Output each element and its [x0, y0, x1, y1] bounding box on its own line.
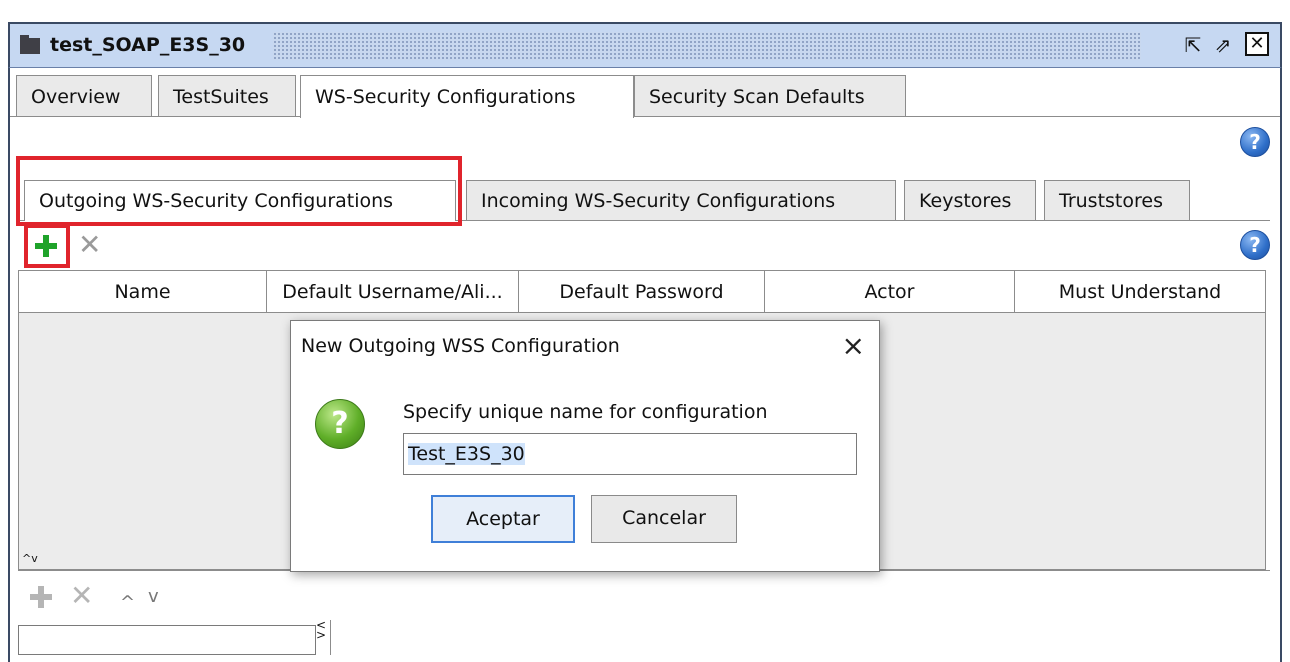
tab-testsuites[interactable]: TestSuites	[158, 75, 296, 117]
add-entry-icon[interactable]	[30, 586, 52, 608]
close-window-button[interactable]: ✕	[1245, 32, 1269, 56]
configuration-name-value: Test_E3S_30	[408, 443, 525, 465]
configuration-name-input[interactable]: Test_E3S_30	[403, 433, 857, 475]
dialog-title: New Outgoing WSS Configuration	[301, 335, 620, 357]
maximize-icon[interactable]: ⇗	[1210, 32, 1236, 58]
column-header-default-username[interactable]: Default Username/Ali...	[267, 271, 519, 313]
dialog-message: Specify unique name for configuration	[403, 401, 768, 423]
question-icon: ?	[315, 399, 365, 449]
subtab-incoming-ws-security[interactable]: Incoming WS-Security Configurations	[466, 180, 896, 220]
restore-icon[interactable]: ⇱	[1180, 32, 1206, 58]
remove-configuration-icon[interactable]: ✕	[78, 231, 101, 259]
panel-divider	[330, 620, 331, 655]
tab-divider	[10, 116, 1280, 117]
highlight-outgoing-tab	[16, 156, 462, 226]
column-header-name[interactable]: Name	[19, 271, 267, 313]
move-up-icon[interactable]: ^	[120, 592, 135, 613]
entry-list-field[interactable]	[18, 625, 316, 655]
ok-button[interactable]: Aceptar	[431, 495, 575, 543]
tab-security-scan-defaults[interactable]: Security Scan Defaults	[634, 75, 906, 117]
column-header-default-password[interactable]: Default Password	[519, 271, 765, 313]
highlight-add-button	[24, 224, 70, 268]
splitter-handle[interactable]: ^v	[22, 553, 38, 564]
folder-icon	[20, 35, 40, 54]
window-title: test_SOAP_E3S_30	[50, 34, 246, 56]
new-outgoing-wss-dialog: New Outgoing WSS Configuration × ? Speci…	[290, 320, 880, 572]
tab-ws-security-configurations[interactable]: WS-Security Configurations	[300, 75, 634, 118]
help-icon[interactable]: ?	[1240, 127, 1270, 157]
table-header: Name Default Username/Ali... Default Pas…	[19, 271, 1265, 313]
remove-entry-icon[interactable]: ✕	[70, 582, 93, 610]
tab-overview[interactable]: Overview	[16, 75, 152, 117]
horizontal-splitter-icon[interactable]: < >	[316, 619, 328, 655]
subtab-truststores[interactable]: Truststores	[1044, 180, 1190, 220]
cancel-button[interactable]: Cancelar	[591, 495, 737, 543]
window-titlebar[interactable]: test_SOAP_E3S_30 ⇱ ⇗ ✕	[8, 22, 1282, 68]
titlebar-drag-area[interactable]	[273, 32, 1141, 60]
subtab-keystores[interactable]: Keystores	[904, 180, 1036, 220]
column-header-actor[interactable]: Actor	[765, 271, 1015, 313]
dialog-close-icon[interactable]: ×	[842, 329, 865, 363]
move-down-icon[interactable]: v	[148, 586, 159, 607]
column-header-must-understand[interactable]: Must Understand	[1015, 271, 1265, 313]
help-icon-secondary[interactable]: ?	[1240, 230, 1270, 260]
